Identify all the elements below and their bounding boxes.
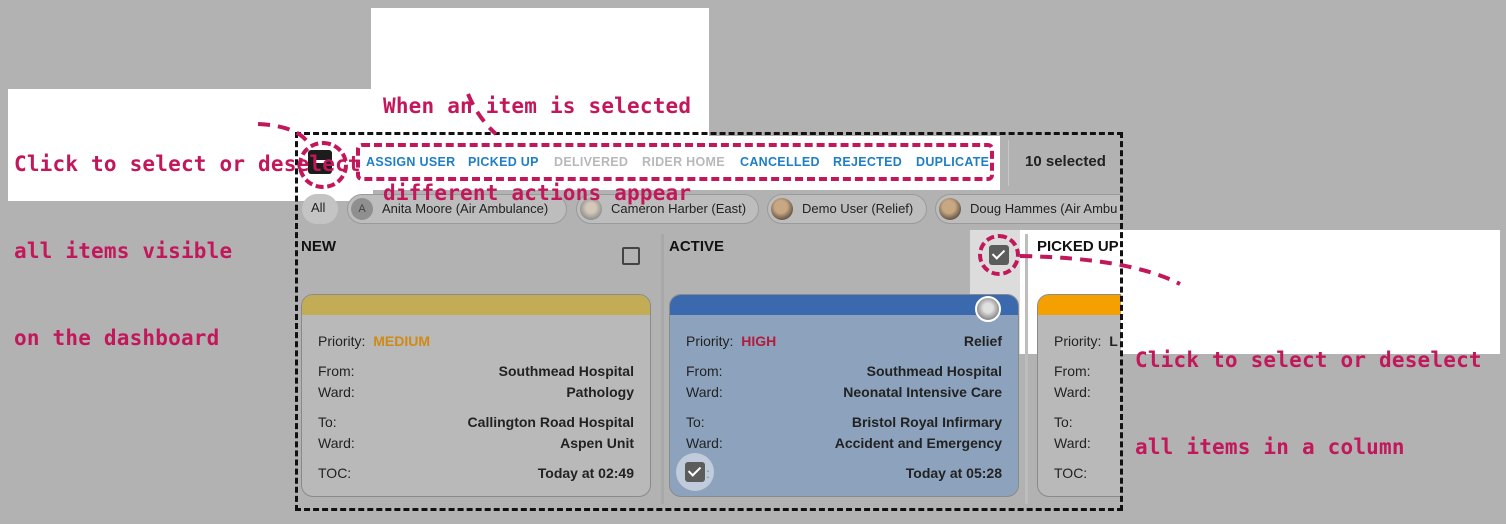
annotation-select-all: Click to select or deselect all items vi… xyxy=(14,152,361,350)
annotation-select-column: Click to select or deselect all items in… xyxy=(1135,348,1482,459)
annotation-item-selected: When an item is selected different actio… xyxy=(383,94,692,205)
